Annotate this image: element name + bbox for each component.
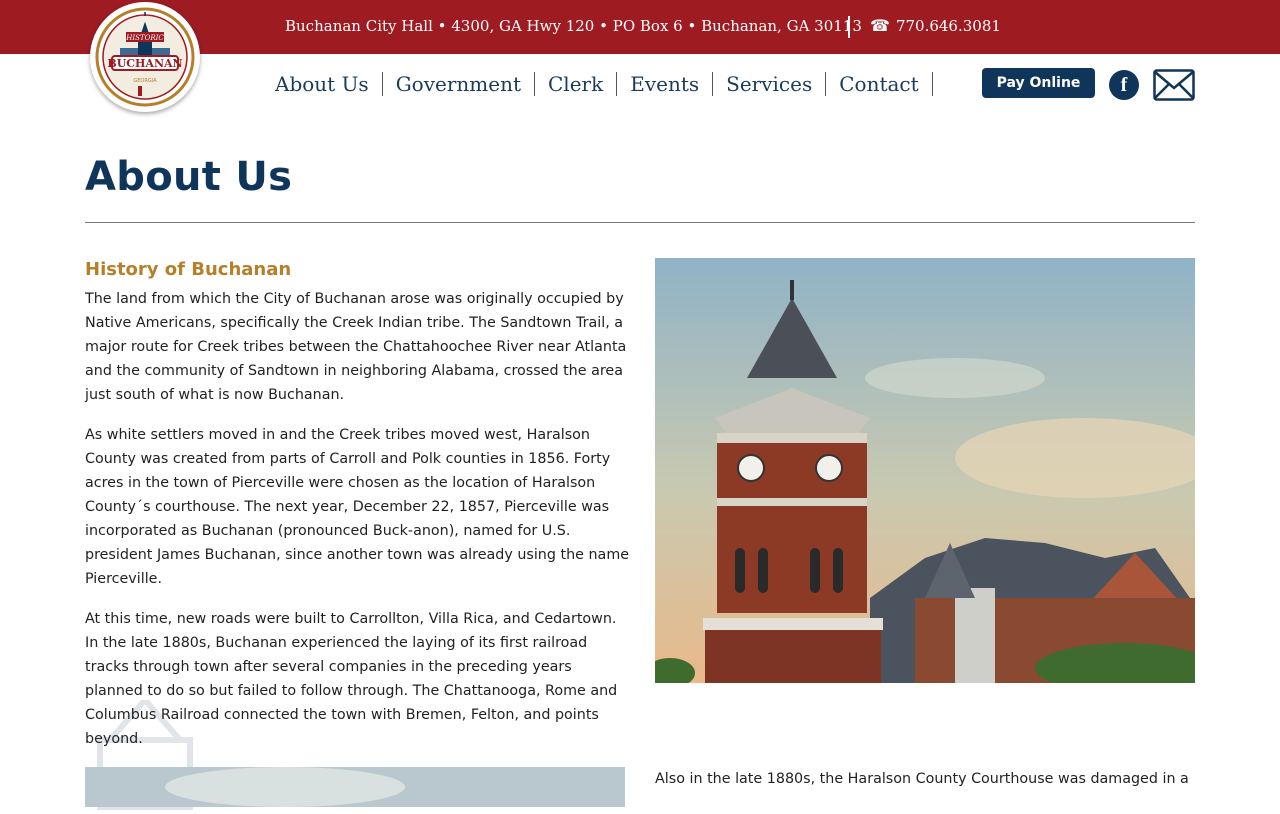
nav-government[interactable]: Government [383,72,535,96]
history-paragraph-continued: Also in the late 1880s, the Haralson Cou… [655,771,1189,787]
pay-online-button[interactable]: Pay Online [982,68,1095,98]
mail-icon[interactable] [1153,69,1195,105]
history-text: The land from which the City of Buchanan… [85,287,630,767]
svg-text:GEORGIA: GEORGIA [133,78,157,84]
courthouse-photo [655,258,1195,683]
nav-clerk[interactable]: Clerk [535,72,618,96]
nav-contact[interactable]: Contact [826,72,933,96]
phone-icon: ☎ [870,16,890,35]
svg-text:HISTORIC: HISTORIC [125,34,164,42]
phone-number: 770.646.3081 [895,17,1001,35]
history-paragraph: The land from which the City of Buchanan… [85,291,627,403]
svg-text:BUCHANAN: BUCHANAN [107,57,182,70]
nav-services[interactable]: Services [713,72,827,96]
section-title: History of Buchanan [85,259,292,280]
title-divider [85,222,1195,223]
address-text: Buchanan City Hall • 4300, GA Hwy 120 • … [285,17,862,35]
nav-events[interactable]: Events [617,72,714,96]
phone-link[interactable]: ☎ 770.646.3081 [870,17,1001,35]
city-seal-graphic: HISTORIC BUCHANAN GEORGIA [95,7,195,107]
secondary-photo [85,767,625,807]
top-bar-divider [848,16,850,38]
page-title: About Us [85,154,293,200]
main-nav: About Us Government Clerk Events Service… [262,72,933,96]
facebook-icon[interactable]: f [1109,70,1139,100]
nav-about-us[interactable]: About Us [262,72,383,96]
history-paragraph: As white settlers moved in and the Creek… [85,427,630,587]
city-logo[interactable]: HISTORIC BUCHANAN GEORGIA [90,2,200,112]
